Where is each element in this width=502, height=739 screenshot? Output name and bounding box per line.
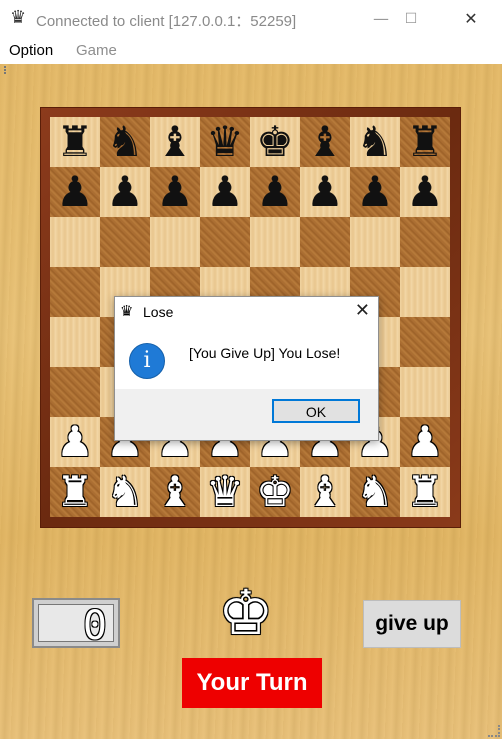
dialog-title: Lose [143, 304, 174, 320]
title-bar: ♛ Connected to client [127.0.0.1：52259] … [0, 0, 502, 38]
board-square[interactable] [400, 217, 450, 267]
chess-piece[interactable]: ♟ [56, 171, 94, 213]
chess-piece[interactable]: ♚ [256, 471, 294, 513]
board-square[interactable] [200, 217, 250, 267]
menu-option[interactable]: Option [9, 42, 53, 59]
chess-piece[interactable]: ♟ [56, 421, 94, 463]
board-square[interactable]: ♞ [100, 117, 150, 167]
chess-piece[interactable]: ♞ [356, 471, 394, 513]
counter-display: 0 [38, 603, 114, 649]
chess-piece[interactable]: ♜ [406, 121, 444, 163]
board-square[interactable] [50, 367, 100, 417]
board-square[interactable] [250, 217, 300, 267]
board-square[interactable]: ♝ [150, 117, 200, 167]
board-square[interactable]: ♟ [150, 167, 200, 217]
chess-piece[interactable]: ♞ [106, 121, 144, 163]
close-window-button[interactable]: ✕ [448, 4, 494, 34]
board-square[interactable]: ♟ [300, 167, 350, 217]
chess-piece[interactable]: ♟ [206, 171, 244, 213]
board-square[interactable] [350, 217, 400, 267]
board-square[interactable] [400, 267, 450, 317]
board-square[interactable]: ♜ [50, 117, 100, 167]
turn-indicator: Your Turn [182, 658, 322, 708]
chess-piece[interactable]: ♚ [256, 121, 294, 163]
board-square[interactable]: ♟ [200, 167, 250, 217]
chess-piece[interactable]: ♛ [206, 471, 244, 513]
board-square[interactable]: ♚ [250, 467, 300, 517]
board-square[interactable]: ♜ [400, 117, 450, 167]
board-square[interactable]: ♝ [150, 467, 200, 517]
board-square[interactable]: ♟ [100, 167, 150, 217]
turn-king-icon: ♚ [218, 576, 274, 649]
dialog-message: [You Give Up] You Lose! [189, 345, 341, 361]
window-title: Connected to client [127.0.0.1：52259] [36, 13, 297, 30]
chess-piece[interactable]: ♟ [156, 171, 194, 213]
board-square[interactable]: ♝ [300, 117, 350, 167]
board-square[interactable]: ♞ [100, 467, 150, 517]
queen-dialog-icon: ♛ [120, 302, 134, 320]
ok-button[interactable]: OK [272, 399, 360, 423]
board-square[interactable] [50, 267, 100, 317]
board-square[interactable]: ♞ [350, 467, 400, 517]
dialog-title-bar: ♛ Lose ✕ [115, 297, 378, 327]
board-square[interactable]: ♟ [50, 167, 100, 217]
board-square[interactable] [400, 367, 450, 417]
dialog-close-button[interactable]: ✕ [355, 300, 370, 321]
chess-piece[interactable]: ♝ [306, 121, 344, 163]
board-square[interactable] [50, 217, 100, 267]
resize-grip[interactable] [488, 725, 500, 737]
board-square[interactable]: ♝ [300, 467, 350, 517]
give-up-button[interactable]: give up [363, 600, 461, 648]
move-counter: 0 [32, 598, 120, 649]
maximize-button[interactable]: ☐ [388, 4, 434, 34]
queen-app-icon: ♛ [10, 7, 27, 28]
chess-piece[interactable]: ♜ [56, 471, 94, 513]
info-icon: i [129, 343, 165, 379]
chess-piece[interactable]: ♟ [256, 171, 294, 213]
toolbar-grip [4, 66, 10, 74]
board-square[interactable]: ♟ [250, 167, 300, 217]
counter-value: 0 [82, 603, 107, 649]
chess-piece[interactable]: ♟ [406, 421, 444, 463]
chess-piece[interactable]: ♞ [356, 121, 394, 163]
board-square[interactable] [150, 217, 200, 267]
board-square[interactable]: ♚ [250, 117, 300, 167]
chess-piece[interactable]: ♞ [106, 471, 144, 513]
lose-dialog: ♛ Lose ✕ i [You Give Up] You Lose! OK [114, 296, 379, 441]
board-square[interactable]: ♞ [350, 117, 400, 167]
board-square[interactable]: ♜ [50, 467, 100, 517]
board-square[interactable] [100, 217, 150, 267]
menu-bar: Option Game [0, 38, 502, 64]
chess-piece[interactable]: ♟ [406, 171, 444, 213]
board-square[interactable]: ♟ [50, 417, 100, 467]
chess-piece[interactable]: ♝ [156, 471, 194, 513]
board-square[interactable] [400, 317, 450, 367]
board-square[interactable] [50, 317, 100, 367]
board-square[interactable]: ♟ [350, 167, 400, 217]
chess-piece[interactable]: ♟ [306, 171, 344, 213]
board-square[interactable]: ♜ [400, 467, 450, 517]
board-square[interactable]: ♛ [200, 467, 250, 517]
chess-piece[interactable]: ♟ [356, 171, 394, 213]
chess-piece[interactable]: ♜ [56, 121, 94, 163]
chess-piece[interactable]: ♜ [406, 471, 444, 513]
board-square[interactable]: ♛ [200, 117, 250, 167]
menu-game[interactable]: Game [76, 42, 117, 59]
board-square[interactable] [300, 217, 350, 267]
board-square[interactable]: ♟ [400, 417, 450, 467]
chess-piece[interactable]: ♛ [206, 121, 244, 163]
board-square[interactable]: ♟ [400, 167, 450, 217]
chess-piece[interactable]: ♝ [306, 471, 344, 513]
chess-piece[interactable]: ♟ [106, 171, 144, 213]
chess-piece[interactable]: ♝ [156, 121, 194, 163]
